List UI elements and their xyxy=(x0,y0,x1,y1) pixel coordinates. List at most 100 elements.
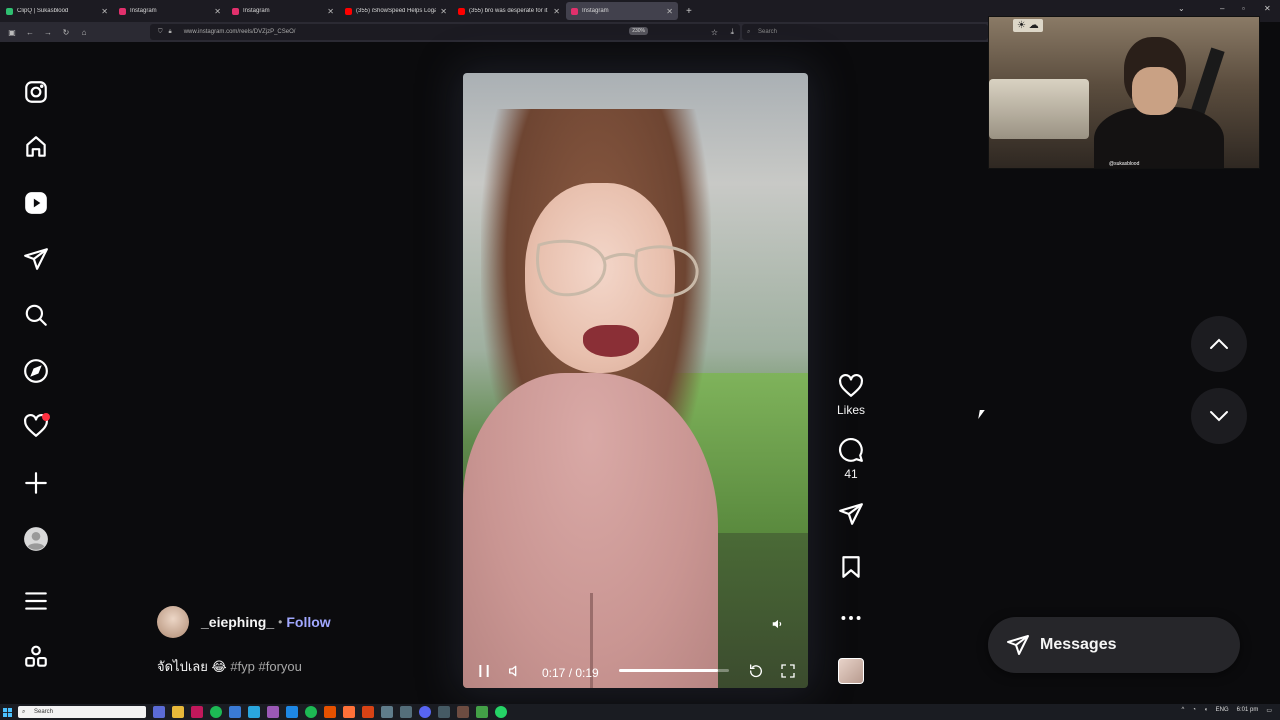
wifi-icon[interactable]: ◔ xyxy=(1192,707,1196,714)
taskbar-clock[interactable]: 6:01 pm xyxy=(1237,707,1259,714)
app-icon[interactable] xyxy=(381,706,393,718)
also-from-meta-icon[interactable] xyxy=(22,643,50,671)
spotify-icon[interactable] xyxy=(305,706,317,718)
browser-tab[interactable]: Instagram ✕ xyxy=(114,2,226,20)
volume-tray-icon[interactable]: ◖ xyxy=(1204,707,1208,714)
reels-icon[interactable] xyxy=(22,189,50,217)
post-caption: จัดไปเลย 😂 #fyp #foryou xyxy=(157,656,302,677)
search-icon[interactable] xyxy=(22,301,50,329)
more-options-action[interactable] xyxy=(836,605,866,631)
previous-reel-button[interactable] xyxy=(1191,316,1247,372)
fullscreen-icon[interactable] xyxy=(779,662,797,680)
download-icon[interactable]: ⤓ xyxy=(730,27,734,37)
bookmark-star-icon[interactable]: ☆ xyxy=(711,28,718,37)
more-horizontal-icon[interactable] xyxy=(838,605,864,631)
url-bar[interactable]: ⛉ 🔒︎ www.instagram.com/reels/DVZjzP_CSeO… xyxy=(150,24,740,40)
minimize-icon[interactable]: – xyxy=(1220,4,1224,13)
app-icon[interactable] xyxy=(191,706,203,718)
volume-icon[interactable] xyxy=(506,662,524,680)
close-window-icon[interactable]: ✕ xyxy=(1264,4,1271,13)
app-icon[interactable] xyxy=(457,706,469,718)
maximize-icon[interactable]: ▫ xyxy=(1242,4,1245,13)
heart-icon[interactable] xyxy=(838,373,864,399)
tab-close-icon[interactable]: ✕ xyxy=(553,7,560,16)
caption-hashtags[interactable]: #fyp #foryou xyxy=(230,659,302,674)
tab-favicon xyxy=(6,7,13,15)
browser-tab-active[interactable]: Instagram ✕ xyxy=(566,2,678,20)
messages-icon[interactable] xyxy=(22,245,50,273)
home-icon[interactable] xyxy=(22,133,50,161)
reel-video[interactable]: 0:17 / 0:19 xyxy=(463,73,808,688)
speaker-icon[interactable] xyxy=(770,616,786,632)
os-taskbar: ⌕ Search ^ ◔ ◖ ENG 6:01 pm ▭ xyxy=(0,704,1280,720)
new-tab-button[interactable]: + xyxy=(686,6,692,17)
tray-chevron-icon[interactable]: ^ xyxy=(1182,707,1185,714)
zoom-level[interactable]: 230% xyxy=(629,27,648,35)
more-menu-icon[interactable] xyxy=(22,587,50,615)
browser-tab[interactable]: (355) bro was desperate for it ✕ xyxy=(453,2,565,20)
share-action[interactable] xyxy=(836,501,866,527)
app-icon[interactable] xyxy=(229,706,241,718)
chevron-down-icon[interactable]: ⌄ xyxy=(1178,4,1185,13)
home-button-icon[interactable]: ⌂ xyxy=(78,26,90,38)
reel-mouth xyxy=(583,325,639,357)
file-explorer-icon[interactable] xyxy=(172,706,184,718)
author-avatar[interactable] xyxy=(157,606,189,638)
next-reel-button[interactable] xyxy=(1191,388,1247,444)
tab-favicon xyxy=(119,7,126,15)
forward-icon[interactable]: → xyxy=(42,26,54,38)
messages-button[interactable]: Messages xyxy=(988,617,1240,673)
share-icon[interactable] xyxy=(838,501,864,527)
browser-tab[interactable]: ClipQ | Sukasblood ✕ xyxy=(1,2,113,20)
browser-tab[interactable]: Instagram ✕ xyxy=(227,2,339,20)
tab-close-icon[interactable]: ✕ xyxy=(214,7,221,16)
save-action[interactable] xyxy=(836,554,866,580)
task-view-icon[interactable] xyxy=(153,706,165,718)
pause-icon[interactable] xyxy=(475,662,493,680)
profile-icon[interactable] xyxy=(22,525,50,553)
browser-search-box[interactable]: ⌕ Search xyxy=(742,24,988,40)
reload-icon[interactable]: ↻ xyxy=(60,26,72,38)
firefox-icon[interactable] xyxy=(343,706,355,718)
tab-close-icon[interactable]: ✕ xyxy=(440,7,447,16)
tab-close-icon[interactable]: ✕ xyxy=(327,7,334,16)
video-timecode: 0:17 / 0:19 xyxy=(542,666,599,680)
app-icon[interactable] xyxy=(324,706,336,718)
replay-icon[interactable] xyxy=(747,662,765,680)
app-icon[interactable] xyxy=(476,706,488,718)
video-progress-bar[interactable] xyxy=(619,669,729,672)
bookmark-icon[interactable] xyxy=(838,554,864,580)
back-icon[interactable]: ← xyxy=(24,26,36,38)
author-row: _eiephing_ • Follow xyxy=(201,614,331,630)
app-icon[interactable] xyxy=(267,706,279,718)
comment-action[interactable]: 41 xyxy=(836,437,866,481)
app-icon[interactable] xyxy=(286,706,298,718)
audio-thumbnail[interactable] xyxy=(838,658,864,684)
language-indicator[interactable]: ENG xyxy=(1216,707,1229,714)
browser-tab[interactable]: (355) iShowSpeed Helps Logan ✕ xyxy=(340,2,452,20)
comment-icon[interactable] xyxy=(838,437,864,463)
whatsapp-icon[interactable] xyxy=(495,706,507,718)
spotify-icon[interactable] xyxy=(210,706,222,718)
discord-icon[interactable] xyxy=(419,706,431,718)
tab-close-icon[interactable]: ✕ xyxy=(666,7,673,16)
windows-start-icon[interactable] xyxy=(0,705,14,719)
explore-icon[interactable] xyxy=(22,357,50,385)
app-icon[interactable] xyxy=(362,706,374,718)
tab-close-icon[interactable]: ✕ xyxy=(101,7,108,16)
notification-center-icon[interactable]: ▭ xyxy=(1266,707,1272,714)
shield-icon[interactable]: ⛉ xyxy=(158,29,163,36)
like-action[interactable]: Likes xyxy=(836,373,866,417)
instagram-logo-icon[interactable] xyxy=(22,78,50,106)
taskbar-search[interactable]: ⌕ Search xyxy=(18,706,146,718)
author-username[interactable]: _eiephing_ xyxy=(201,614,274,630)
sidebar-toggle-icon[interactable]: ▣ xyxy=(6,26,18,38)
webcam-handle: @sukasblood xyxy=(1109,161,1140,167)
follow-button[interactable]: Follow xyxy=(286,614,330,630)
mouse-cursor xyxy=(978,410,985,419)
app-icon[interactable] xyxy=(248,706,260,718)
app-icon[interactable] xyxy=(438,706,450,718)
lock-icon[interactable]: 🔒︎ xyxy=(169,29,172,36)
create-icon[interactable] xyxy=(22,469,50,497)
app-icon[interactable] xyxy=(400,706,412,718)
